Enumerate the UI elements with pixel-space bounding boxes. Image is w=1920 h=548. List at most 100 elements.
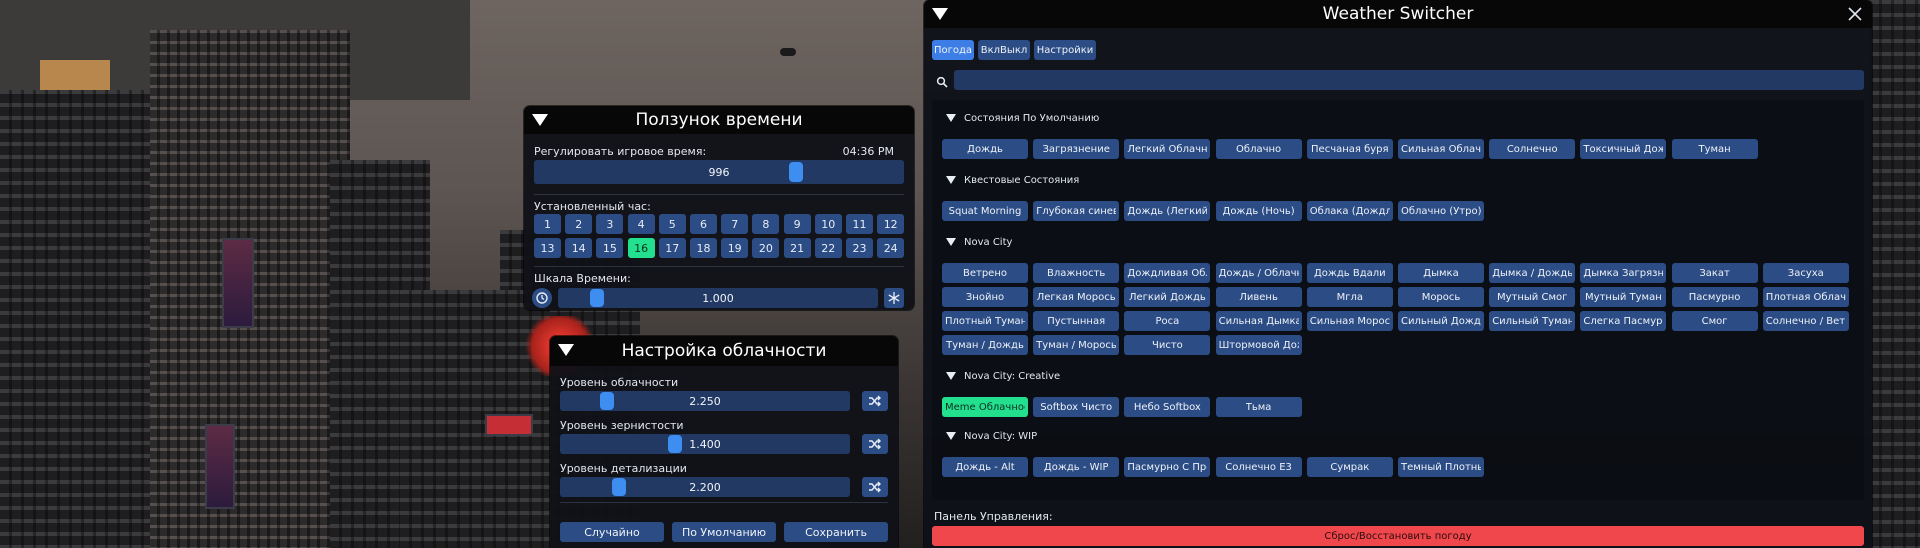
- slider-handle[interactable]: [668, 435, 682, 453]
- weather-preset-button[interactable]: Облачно (Утро): [1398, 201, 1484, 221]
- weather-preset-button[interactable]: Засуха: [1762, 263, 1849, 283]
- shuffle-icon[interactable]: [862, 391, 888, 411]
- weather-preset-button[interactable]: Мгла: [1306, 287, 1393, 307]
- weather-preset-button[interactable]: Дымка / Дождь: [1489, 263, 1576, 283]
- weather-preset-button[interactable]: Ливень: [1215, 287, 1302, 307]
- weather-preset-button[interactable]: Туман: [1671, 139, 1758, 159]
- hour-button[interactable]: 14: [565, 238, 593, 258]
- hour-button[interactable]: 13: [534, 238, 561, 258]
- hour-button[interactable]: 21: [783, 238, 811, 258]
- slider-handle[interactable]: [590, 289, 604, 307]
- weather-preset-button[interactable]: Пустынная: [1033, 311, 1120, 331]
- hour-button[interactable]: 10: [814, 214, 842, 234]
- weather-preset-button[interactable]: Softbox Чисто: [1033, 397, 1120, 417]
- hour-button[interactable]: 18: [690, 238, 717, 258]
- weather-preset-button[interactable]: Солнечно: [1489, 139, 1576, 159]
- weather-preset-button[interactable]: Смог: [1671, 311, 1758, 331]
- shuffle-icon[interactable]: [862, 434, 888, 454]
- shuffle-icon[interactable]: [862, 477, 888, 497]
- tab-settings[interactable]: Настройки: [1034, 40, 1096, 60]
- weather-preset-button[interactable]: Дождь (Легкий): [1124, 201, 1211, 221]
- slider-handle[interactable]: [789, 162, 803, 182]
- random-button[interactable]: Случайно: [560, 522, 664, 542]
- hour-button[interactable]: 7: [721, 214, 749, 234]
- slider-handle[interactable]: [600, 392, 614, 410]
- history-icon[interactable]: [532, 288, 552, 308]
- weather-preset-button[interactable]: Squat Morning: [942, 201, 1028, 221]
- section-header[interactable]: Nova City: [946, 234, 1012, 250]
- hour-button[interactable]: 11: [846, 214, 873, 234]
- weather-preset-button[interactable]: Тьма: [1215, 397, 1302, 417]
- hour-button[interactable]: 17: [658, 238, 686, 258]
- hour-button[interactable]: 19: [721, 238, 749, 258]
- weather-preset-button[interactable]: Дождь - WIP: [1033, 457, 1120, 477]
- weather-preset-button[interactable]: Глубокая синева: [1033, 201, 1120, 221]
- weather-preset-button[interactable]: Сильная Дымка: [1215, 311, 1302, 331]
- weather-preset-button[interactable]: Штормовой Дождь: [1215, 335, 1302, 355]
- hour-button[interactable]: 4: [627, 214, 655, 234]
- weather-preset-button[interactable]: Роса: [1124, 311, 1211, 331]
- hour-button[interactable]: 2: [565, 214, 593, 234]
- search-input[interactable]: [954, 70, 1864, 90]
- hour-button[interactable]: 8: [752, 214, 780, 234]
- weather-preset-button[interactable]: Ветрено: [942, 263, 1028, 283]
- weather-preset-button[interactable]: Облачно: [1215, 139, 1302, 159]
- weather-preset-button[interactable]: Сумрак: [1306, 457, 1393, 477]
- section-header[interactable]: Nova City: WIP: [946, 428, 1037, 444]
- weather-preset-button[interactable]: Песчаная буря: [1306, 139, 1393, 159]
- weather-preset-button[interactable]: Знойно: [942, 287, 1028, 307]
- weather-preset-button[interactable]: Слегка Пасмурно: [1580, 311, 1667, 331]
- tab-toggle[interactable]: ВклВыкл: [978, 40, 1030, 60]
- hour-button[interactable]: 23: [846, 238, 873, 258]
- weather-preset-button[interactable]: Туман / Дождь: [942, 335, 1028, 355]
- time-scale-slider[interactable]: 1.000: [558, 288, 878, 308]
- hour-button[interactable]: 9: [783, 214, 811, 234]
- section-header[interactable]: Состояния По Умолчанию: [946, 110, 1099, 126]
- weather-preset-button[interactable]: Токсичный Дождь: [1580, 139, 1667, 159]
- weather-preset-button[interactable]: Пасмурно: [1671, 287, 1758, 307]
- collapse-triangle-icon[interactable]: [558, 344, 574, 356]
- default-button[interactable]: По Умолчанию: [672, 522, 776, 542]
- save-button[interactable]: Сохранить: [784, 522, 888, 542]
- weather-preset-button[interactable]: Небо Softbox: [1124, 397, 1211, 417]
- reset-weather-button[interactable]: Сброс/Восстановить погоду: [932, 526, 1864, 546]
- weather-preset-button[interactable]: Легкий Дождь: [1124, 287, 1211, 307]
- weather-preset-button[interactable]: Пасмурно С Прояснениями: [1124, 457, 1211, 477]
- weather-preset-button[interactable]: Дождь (Ночь): [1215, 201, 1302, 221]
- weather-preset-button[interactable]: Влажность: [1033, 263, 1120, 283]
- weather-preset-button[interactable]: Мутный Туман: [1580, 287, 1667, 307]
- weather-preset-button[interactable]: Закат: [1671, 263, 1758, 283]
- weather-preset-button[interactable]: Плотный Туман: [942, 311, 1028, 331]
- weather-preset-button[interactable]: Дождливая Облачность: [1124, 263, 1211, 283]
- weather-preset-button[interactable]: Легкий Облачность: [1124, 139, 1211, 159]
- weather-preset-button[interactable]: Дождь / Облачно: [1215, 263, 1302, 283]
- weather-preset-button[interactable]: Плотная Облачность: [1762, 287, 1849, 307]
- hour-button[interactable]: 24: [877, 238, 905, 258]
- hour-button[interactable]: 1: [534, 214, 561, 234]
- hour-button[interactable]: 16: [627, 238, 655, 258]
- weather-preset-button[interactable]: Сильная Морось: [1306, 311, 1393, 331]
- weather-preset-button[interactable]: Дождь Вдали: [1306, 263, 1393, 283]
- weather-preset-button[interactable]: Дымка: [1398, 263, 1484, 283]
- weather-preset-button[interactable]: Солнечно / Ветрено: [1762, 311, 1849, 331]
- weather-preset-button[interactable]: Легкая Морось: [1033, 287, 1120, 307]
- collapse-triangle-icon[interactable]: [932, 8, 948, 20]
- weather-preset-button[interactable]: Темный Плотный: [1398, 457, 1484, 477]
- weather-preset-button[interactable]: Дымка Загрязнение: [1580, 263, 1667, 283]
- weather-preset-button[interactable]: Сильная Облачность: [1398, 139, 1484, 159]
- cloud-slider[interactable]: 2.250: [560, 391, 850, 411]
- weather-preset-button[interactable]: Сильный Туман: [1489, 311, 1576, 331]
- weather-preset-button[interactable]: Чисто: [1124, 335, 1211, 355]
- weather-preset-button[interactable]: Солнечно E3: [1215, 457, 1302, 477]
- slider-handle[interactable]: [612, 478, 626, 496]
- section-header[interactable]: Nova City: Creative: [946, 368, 1060, 384]
- cloud-slider[interactable]: 1.400: [560, 434, 850, 454]
- game-time-slider[interactable]: 996: [534, 160, 904, 184]
- cloud-slider[interactable]: 2.200: [560, 477, 850, 497]
- weather-preset-button[interactable]: Мутный Смог: [1489, 287, 1576, 307]
- hour-button[interactable]: 20: [752, 238, 780, 258]
- weather-preset-button[interactable]: Дождь: [942, 139, 1028, 159]
- hour-button[interactable]: 3: [596, 214, 624, 234]
- weather-preset-button[interactable]: Загрязнение: [1033, 139, 1120, 159]
- weather-preset-button[interactable]: Сильный Дождь: [1398, 311, 1484, 331]
